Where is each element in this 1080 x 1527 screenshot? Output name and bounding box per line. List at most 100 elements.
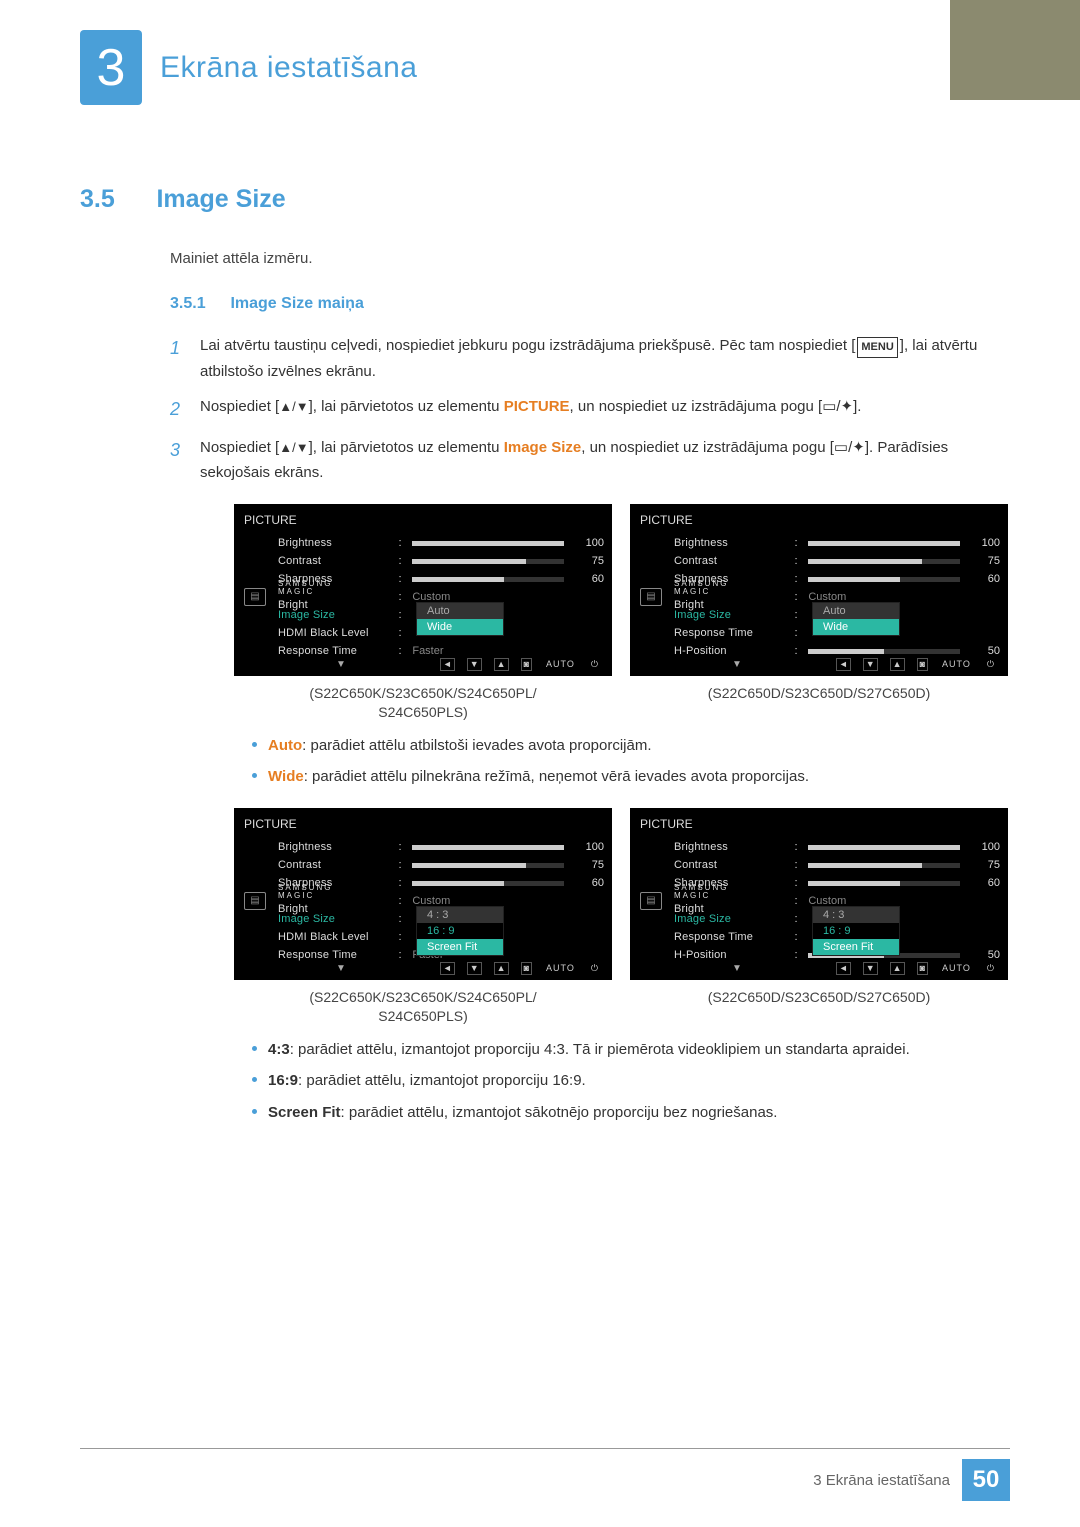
up-down-icon: ▲/▼: [279, 440, 308, 455]
osd-popup-option-selected: Wide: [417, 619, 503, 635]
osd-nav-icons: ◄▼▲◙AUTO⏻: [440, 962, 600, 975]
osd-popup-option-selected: Screen Fit: [813, 939, 899, 955]
page-number: 50: [962, 1459, 1010, 1501]
osd-nav-icons: ◄▼▲◙AUTO⏻: [836, 658, 996, 671]
bullet-43: 4:3: parādiet attēlu, izmantojot proporc…: [252, 1037, 1010, 1063]
osd-label: Response Time: [674, 624, 795, 643]
osd-popup-autowide: Auto Wide: [812, 602, 900, 636]
osd-label: Brightness: [278, 838, 399, 857]
osd-label: Contrast: [674, 856, 795, 875]
osd-value: 60: [570, 874, 604, 893]
osd-screenshot-1-right: PICTURE ▤ Brightness:100 Contrast:75 Sha…: [630, 504, 1008, 676]
osd-value: 75: [966, 552, 1000, 571]
osd-value: 100: [966, 838, 1000, 857]
osd-value: 75: [966, 856, 1000, 875]
bullet-169: 16:9: parādiet attēlu, izmantojot propor…: [252, 1068, 1010, 1094]
osd-value: 60: [966, 570, 1000, 589]
footer-text: 3 Ekrāna iestatīšana: [80, 1472, 962, 1489]
step-number: 3: [170, 435, 200, 1132]
osd-label: Contrast: [278, 856, 399, 875]
picture-icon: ▤: [244, 892, 266, 910]
sidebar-decoration: [950, 0, 1080, 100]
step-3: 3 Nospiediet [▲/▼], lai pārvietotos uz e…: [170, 435, 1010, 1132]
subsection-title: Image Size maiņa: [230, 295, 363, 312]
step-text: ].: [853, 398, 861, 415]
osd-popup-aspect: 4 : 3 16 : 9 Screen Fit: [812, 906, 900, 956]
osd-value: 100: [966, 534, 1000, 553]
step-number: 1: [170, 333, 200, 384]
picture-icon: ▤: [640, 588, 662, 606]
osd-value: 60: [966, 874, 1000, 893]
bullet-auto: Auto: parādiet attēlu atbilstoši ievades…: [252, 733, 1010, 759]
osd-label: Brightness: [674, 534, 795, 553]
osd-screenshot-2-left: PICTURE ▤ Brightness:100 Contrast:75 Sha…: [234, 808, 612, 980]
osd-label-selected: Image Size: [278, 606, 399, 625]
osd-popup-option: Auto: [417, 603, 503, 619]
subsection-number: 3.5.1: [170, 295, 226, 313]
imagesize-keyword: Image Size: [504, 439, 582, 456]
source-enter-icon: ▭/✦: [834, 439, 865, 456]
osd-value: 75: [570, 552, 604, 571]
osd-caption: (S22C650D/S23C650D/S27C650D): [630, 988, 1008, 1008]
osd-value: 60: [570, 570, 604, 589]
osd-label: HDMI Black Level: [278, 624, 399, 643]
picture-icon: ▤: [640, 892, 662, 910]
section-title: Image Size: [156, 185, 285, 213]
osd-label-selected: Image Size: [674, 910, 795, 929]
osd-screenshot-1-left: PICTURE ▤ Brightness:100 Contrast:75 Sha…: [234, 504, 612, 676]
picture-icon: ▤: [244, 588, 266, 606]
osd-nav-icons: ◄▼▲◙AUTO⏻: [836, 962, 996, 975]
scroll-down-icon: ▼: [732, 960, 742, 977]
chapter-title: Ekrāna iestatīšana: [160, 51, 417, 85]
step-2: 2 Nospiediet [▲/▼], lai pārvietotos uz e…: [170, 394, 1010, 425]
osd-popup-option: 4 : 3: [813, 907, 899, 923]
step-text: ], lai pārvietotos uz elementu: [309, 398, 504, 415]
osd-popup-option: 16 : 9: [417, 923, 503, 939]
bullet-screenfit: Screen Fit: parādiet attēlu, izmantojot …: [252, 1100, 1010, 1126]
osd-popup-option: Auto: [813, 603, 899, 619]
osd-title: PICTURE: [244, 814, 297, 834]
bullet-wide: Wide: parādiet attēlu pilnekrāna režīmā,…: [252, 764, 1010, 790]
scroll-down-icon: ▼: [336, 656, 346, 673]
osd-caption: (S22C650D/S23C650D/S27C650D): [630, 684, 1008, 704]
osd-label-selected: Image Size: [674, 606, 795, 625]
section-number: 3.5: [80, 185, 152, 214]
osd-screenshot-2-right: PICTURE ▤ Brightness:100 Contrast:75 Sha…: [630, 808, 1008, 980]
osd-caption: (S22C650K/S23C650K/S24C650PL/ S24C650PLS…: [234, 684, 612, 723]
osd-title: PICTURE: [640, 814, 693, 834]
page-footer: 3 Ekrāna iestatīšana 50: [80, 1448, 1010, 1501]
osd-title: PICTURE: [244, 510, 297, 530]
section-header: 3.5 Image Size: [80, 185, 1010, 214]
chapter-header: 3 Ekrāna iestatīšana: [80, 30, 1010, 105]
step-text: ], lai pārvietotos uz elementu: [309, 439, 504, 456]
osd-popup-option: 16 : 9: [813, 923, 899, 939]
section-intro: Mainiet attēla izmēru.: [170, 250, 1010, 267]
scroll-down-icon: ▼: [336, 960, 346, 977]
osd-label-selected: Image Size: [278, 910, 399, 929]
osd-label: Contrast: [278, 552, 399, 571]
osd-label: Contrast: [674, 552, 795, 571]
osd-label: Response Time: [674, 928, 795, 947]
osd-popup-option-selected: Wide: [813, 619, 899, 635]
step-text: , un nospiediet uz izstrādājuma pogu [: [581, 439, 834, 456]
step-text: Nospiediet [: [200, 398, 279, 415]
osd-title: PICTURE: [640, 510, 693, 530]
osd-popup-option-selected: Screen Fit: [417, 939, 503, 955]
subsection-header: 3.5.1 Image Size maiņa: [170, 295, 1010, 313]
osd-popup-aspect: 4 : 3 16 : 9 Screen Fit: [416, 906, 504, 956]
osd-label: Brightness: [278, 534, 399, 553]
osd-value: 100: [570, 838, 604, 857]
step-text: Lai atvērtu taustiņu ceļvedi, nospiediet…: [200, 337, 855, 354]
step-number: 2: [170, 394, 200, 425]
osd-value: 100: [570, 534, 604, 553]
osd-label: Brightness: [674, 838, 795, 857]
osd-nav-icons: ◄▼▲◙AUTO⏻: [440, 658, 600, 671]
chapter-number: 3: [80, 30, 142, 105]
scroll-down-icon: ▼: [732, 656, 742, 673]
menu-button-label: MENU: [857, 337, 897, 358]
step-text: Nospiediet [: [200, 439, 279, 456]
up-down-icon: ▲/▼: [279, 399, 308, 414]
step-text: , un nospiediet uz izstrādājuma pogu [: [570, 398, 823, 415]
picture-keyword: PICTURE: [504, 398, 570, 415]
osd-popup-option: 4 : 3: [417, 907, 503, 923]
